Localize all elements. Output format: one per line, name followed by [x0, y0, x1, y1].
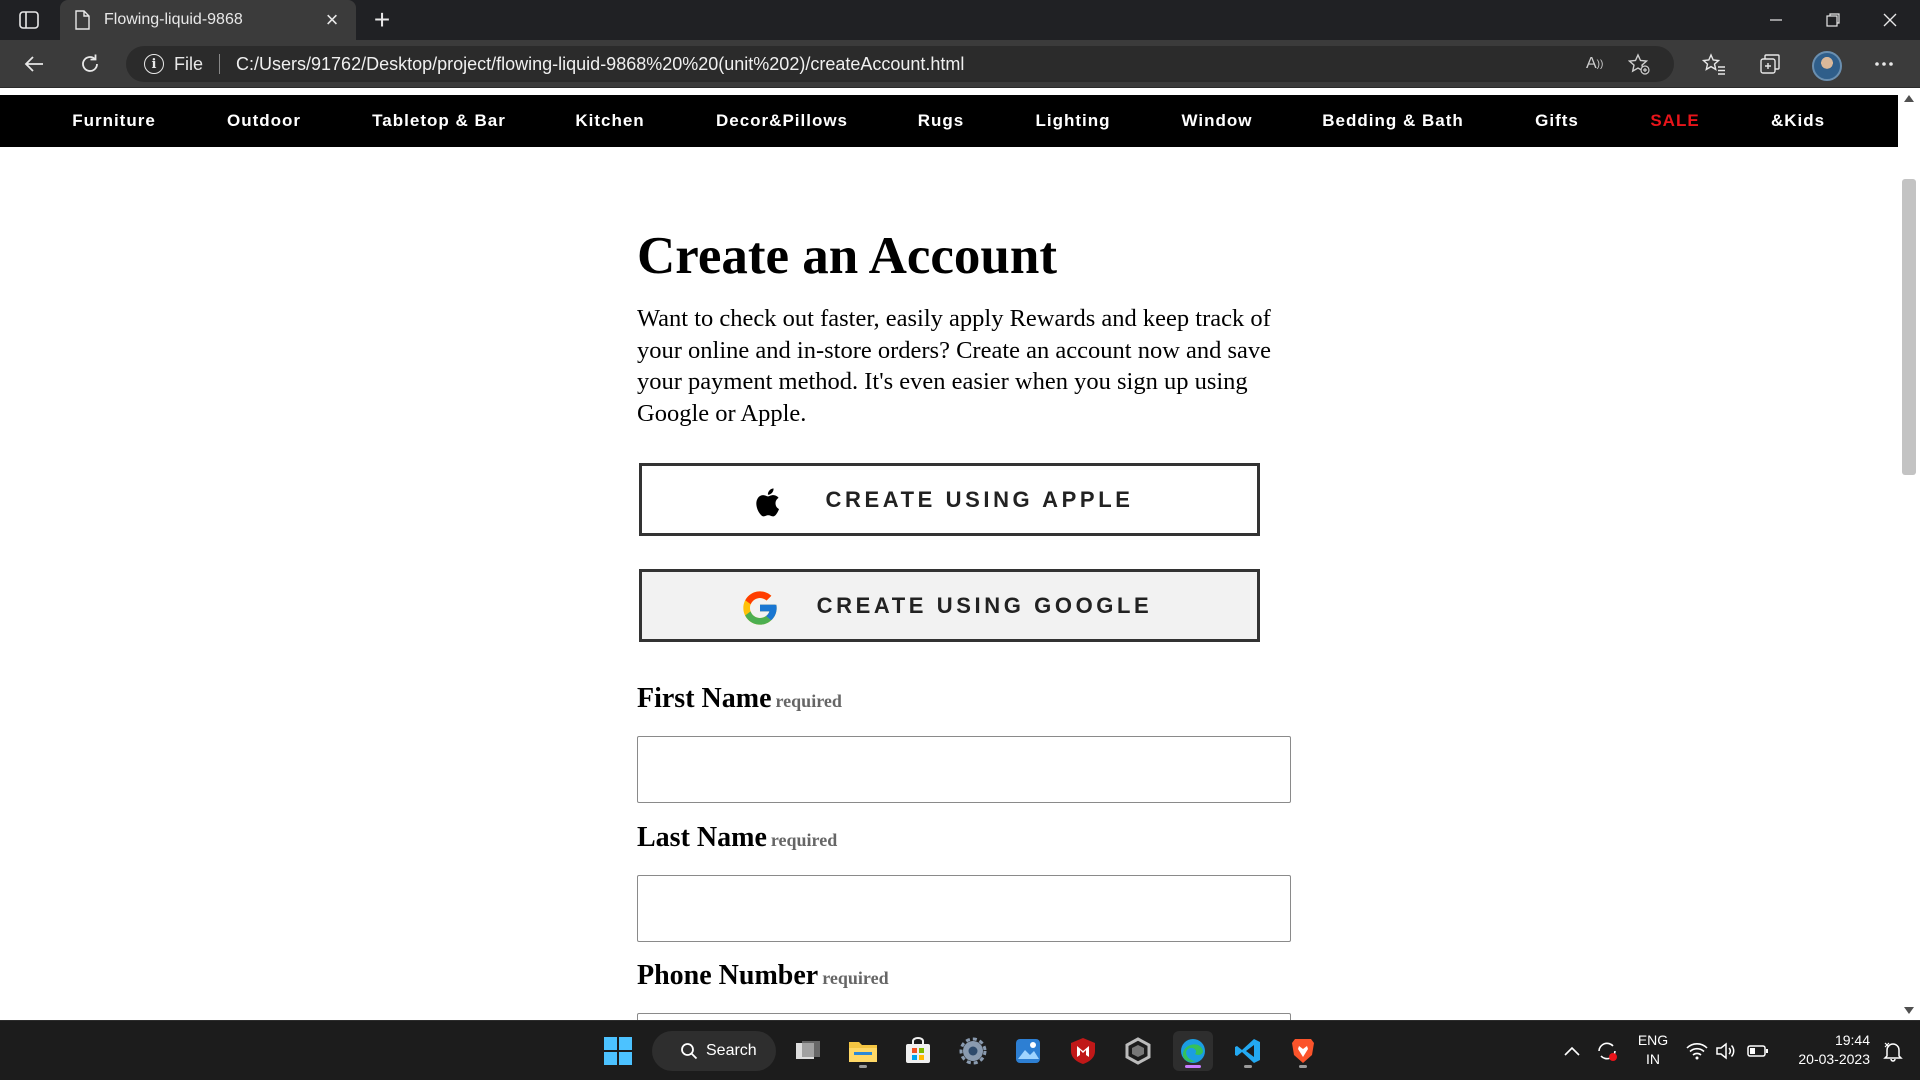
address-divider — [219, 54, 221, 74]
language-line2: IN — [1646, 1051, 1660, 1067]
profile-avatar[interactable] — [1812, 51, 1842, 81]
plus-icon[interactable]: + — [368, 4, 396, 36]
intro-text: Want to check out faster, easily apply R… — [637, 305, 1272, 427]
nav-item-decor-pillows[interactable]: Decor&Pillows — [716, 95, 848, 147]
running-indicator — [859, 1065, 867, 1068]
browser-toolbar: i File C:/Users/91762/Desktop/project/fl… — [0, 40, 1920, 88]
address-scheme-label: File — [174, 53, 204, 74]
microsoft-store-icon[interactable] — [898, 1031, 938, 1071]
nav-item-bedding-bath[interactable]: Bedding & Bath — [1322, 95, 1464, 147]
language-line1: ENG — [1637, 1032, 1669, 1048]
photos-icon[interactable] — [1008, 1031, 1048, 1071]
restore-icon[interactable] — [1805, 0, 1861, 40]
language-indicator[interactable]: ENG IN — [1634, 1031, 1672, 1069]
tab-title: Flowing-liquid-9868 — [104, 11, 243, 28]
page-title: Create an Account — [637, 227, 1058, 285]
favorites-icon[interactable] — [1696, 48, 1732, 80]
windows-taskbar: Search ENG IN 19:44 20-03-2023 — [0, 1020, 1920, 1080]
info-icon[interactable]: i — [144, 54, 164, 74]
required-tag: required — [770, 830, 838, 850]
last-name-label-text: Last Name — [637, 822, 767, 853]
volume-icon[interactable] — [1713, 1031, 1739, 1071]
google-logo-icon — [743, 591, 777, 625]
first-name-label: First Name required — [637, 683, 842, 715]
nav-item-furniture[interactable]: Furniture — [72, 95, 156, 147]
nav-item-outdoor[interactable]: Outdoor — [227, 95, 301, 147]
nav-item-window[interactable]: Window — [1182, 95, 1253, 147]
edge-browser-icon[interactable] — [1173, 1031, 1213, 1071]
category-nav: Furniture Outdoor Tabletop & Bar Kitchen… — [0, 95, 1898, 147]
page-scrollbar[interactable] — [1898, 89, 1920, 1020]
chevron-up-icon[interactable] — [1560, 1031, 1584, 1071]
clock-date: 20-03-2023 — [1798, 1051, 1870, 1067]
windows-start-icon[interactable] — [598, 1031, 638, 1071]
active-indicator — [1185, 1065, 1201, 1068]
back-arrow-icon[interactable] — [16, 48, 52, 80]
document-icon — [75, 10, 90, 30]
create-using-google-button[interactable]: CREATE USING GOOGLE — [639, 569, 1260, 642]
last-name-input[interactable] — [637, 875, 1291, 942]
minimize-icon[interactable] — [1748, 0, 1804, 40]
nav-item-gifts[interactable]: Gifts — [1535, 95, 1579, 147]
url-text[interactable]: C:/Users/91762/Desktop/project/flowing-l… — [236, 54, 964, 75]
close-icon[interactable]: × — [322, 9, 342, 31]
task-view-icon[interactable] — [788, 1031, 828, 1071]
phone-number-label: Phone Number required — [637, 960, 889, 992]
apple-button-label: CREATE USING APPLE — [825, 486, 1134, 512]
taskbar-search-label: Search — [706, 1042, 757, 1059]
last-name-label: Last Name required — [637, 822, 837, 854]
nav-item-lighting[interactable]: Lighting — [1035, 95, 1110, 147]
google-button-label: CREATE USING GOOGLE — [816, 592, 1153, 618]
scroll-thumb[interactable] — [1902, 179, 1916, 475]
brave-browser-icon[interactable] — [1283, 1031, 1323, 1071]
settings-gear-icon[interactable] — [953, 1031, 993, 1071]
vscode-icon[interactable] — [1228, 1031, 1268, 1071]
file-explorer-icon[interactable] — [843, 1031, 883, 1071]
app-cube-icon[interactable] — [1118, 1031, 1158, 1071]
page-viewport: Furniture Outdoor Tabletop & Bar Kitchen… — [0, 89, 1898, 1020]
notification-bell-icon[interactable] — [1878, 1031, 1908, 1071]
read-aloud-icon[interactable]: A)) — [1586, 46, 1603, 82]
add-favorite-icon[interactable] — [1628, 46, 1650, 82]
battery-icon[interactable] — [1745, 1031, 1771, 1071]
browser-tab-active[interactable]: Flowing-liquid-9868 × — [60, 0, 356, 40]
mcafee-icon[interactable] — [1063, 1031, 1103, 1071]
search-icon — [681, 1043, 698, 1060]
running-indicator — [1244, 1065, 1252, 1068]
apple-logo-icon — [756, 488, 779, 517]
nav-item-kids[interactable]: &Kids — [1771, 95, 1825, 147]
collections-icon[interactable] — [1752, 48, 1788, 80]
nav-item-rugs[interactable]: Rugs — [918, 95, 965, 147]
nav-item-tabletop-bar[interactable]: Tabletop & Bar — [372, 95, 506, 147]
browser-tab-bar: Flowing-liquid-9868 × + — [0, 0, 1920, 40]
address-bar[interactable]: i File C:/Users/91762/Desktop/project/fl… — [126, 46, 1674, 82]
required-tag: required — [822, 968, 889, 988]
create-using-apple-button[interactable]: CREATE USING APPLE — [639, 463, 1260, 536]
sidebar-icon[interactable] — [16, 8, 42, 32]
clock[interactable]: 19:44 20-03-2023 — [1780, 1031, 1876, 1069]
first-name-label-text: First Name — [637, 683, 772, 714]
nav-item-kitchen[interactable]: Kitchen — [575, 95, 644, 147]
phone-number-label-text: Phone Number — [637, 960, 819, 991]
close-window-icon[interactable] — [1862, 0, 1918, 40]
refresh-icon[interactable] — [72, 48, 108, 80]
running-indicator — [1299, 1065, 1307, 1068]
nav-item-sale[interactable]: SALE — [1650, 95, 1699, 147]
phone-number-input[interactable] — [637, 1013, 1291, 1020]
clock-time: 19:44 — [1834, 1032, 1870, 1048]
wifi-icon[interactable] — [1684, 1031, 1710, 1071]
scroll-up-arrow-icon[interactable] — [1904, 95, 1914, 102]
more-icon[interactable] — [1866, 48, 1902, 80]
taskbar-search[interactable]: Search — [652, 1031, 776, 1071]
scroll-down-arrow-icon[interactable] — [1904, 1007, 1914, 1014]
required-tag: required — [775, 691, 842, 711]
sync-icon[interactable] — [1592, 1031, 1622, 1071]
first-name-input[interactable] — [637, 736, 1291, 803]
